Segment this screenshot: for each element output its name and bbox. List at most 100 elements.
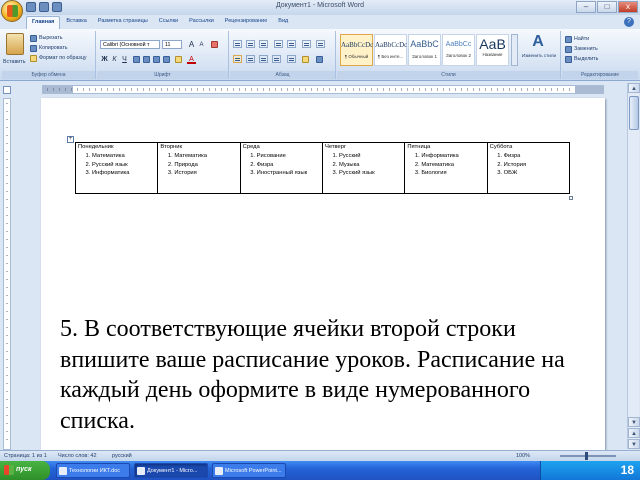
style-normal[interactable]: AaBbCcDc ¶ Обычный xyxy=(340,34,373,66)
taskbar-item[interactable]: Документ1 - Micro... xyxy=(134,463,208,478)
change-case-icon[interactable] xyxy=(163,56,170,63)
lessons-cell[interactable]: МатематикаРусский языкИнформатика xyxy=(74,151,159,194)
grow-font-button[interactable]: A xyxy=(187,40,196,49)
document-page[interactable]: + Понедельник Вторник Среда Четверг Пятн… xyxy=(41,98,605,450)
zoom-slider[interactable] xyxy=(560,452,616,460)
select-label: Выделить xyxy=(574,56,599,62)
zoom-slider-thumb[interactable] xyxy=(585,452,588,460)
tab-selector[interactable] xyxy=(3,86,11,94)
lessons-cell[interactable]: РисованиеФизраИностранный язык xyxy=(239,151,323,194)
change-styles-icon[interactable]: A xyxy=(531,34,545,50)
taskbar-item[interactable]: Microsoft PowerPoint... xyxy=(212,463,286,478)
highlight-icon[interactable] xyxy=(175,56,182,63)
bold-button[interactable]: Ж xyxy=(100,55,109,64)
strikethrough-icon[interactable] xyxy=(133,56,140,63)
borders-icon[interactable] xyxy=(316,56,323,63)
help-icon[interactable]: ? xyxy=(624,17,634,27)
italic-button[interactable]: К xyxy=(110,55,119,64)
styles-scroll[interactable] xyxy=(511,34,518,66)
taskbar: пуск Технологии ИКТ.doc Документ1 - Micr… xyxy=(0,461,640,480)
minimize-button[interactable]: – xyxy=(576,1,596,13)
align-left-icon[interactable] xyxy=(233,55,242,63)
font-group: Calibri (Основной т 11 A A Ж К Ч A Шрифт xyxy=(97,31,229,79)
shading-icon[interactable] xyxy=(302,56,309,63)
table-move-handle-icon[interactable]: + xyxy=(67,136,74,143)
increase-indent-icon[interactable] xyxy=(287,40,296,48)
decrease-indent-icon[interactable] xyxy=(274,40,283,48)
zoom-level[interactable]: 100% xyxy=(516,453,530,459)
list-item: Русский язык xyxy=(339,169,402,178)
scroll-up-icon[interactable]: ▲ xyxy=(628,83,640,93)
tab-review[interactable]: Рецензирование xyxy=(220,16,272,29)
lessons-cell[interactable]: ИнформатикаМатематикаБиология xyxy=(404,151,488,194)
tab-page-layout[interactable]: Разметка страницы xyxy=(93,16,153,29)
vertical-scrollbar[interactable]: ▲ ▼ ▲ ▼ xyxy=(627,83,640,449)
day-cell[interactable]: Среда xyxy=(239,142,323,151)
page-count[interactable]: Страница: 1 из 1 xyxy=(4,453,47,459)
tab-mailings[interactable]: Рассылки xyxy=(184,16,219,29)
line-spacing-icon[interactable] xyxy=(287,55,296,63)
day-cell[interactable]: Четверг xyxy=(321,142,406,151)
show-marks-icon[interactable] xyxy=(316,40,325,48)
numbering-icon[interactable] xyxy=(246,40,255,48)
replace-button[interactable]: Заменить xyxy=(565,45,598,53)
align-right-icon[interactable] xyxy=(259,55,268,63)
scroll-thumb[interactable] xyxy=(629,96,639,130)
paste-button[interactable]: Вставить xyxy=(3,58,25,66)
superscript-icon[interactable] xyxy=(153,56,160,63)
redo-icon[interactable] xyxy=(52,2,62,12)
tab-view[interactable]: Вид xyxy=(273,16,293,29)
schedule-table[interactable]: Понедельник Вторник Среда Четверг Пятниц… xyxy=(74,142,571,194)
save-icon[interactable] xyxy=(26,2,36,12)
select-button[interactable]: Выделить xyxy=(565,55,598,63)
paste-icon[interactable] xyxy=(6,33,24,55)
change-styles-button[interactable]: Изменить стили xyxy=(521,53,557,58)
cut-button[interactable]: Вырезать xyxy=(30,34,63,42)
undo-icon[interactable] xyxy=(39,2,49,12)
tab-home[interactable]: Главная xyxy=(26,16,61,29)
find-button[interactable]: Найти xyxy=(565,35,589,43)
clear-format-icon[interactable] xyxy=(211,41,218,48)
format-painter-button[interactable]: Формат по образцу xyxy=(30,54,87,62)
align-center-icon[interactable] xyxy=(246,55,255,63)
font-name-select[interactable]: Calibri (Основной т xyxy=(100,40,160,49)
shrink-font-button[interactable]: A xyxy=(197,41,206,50)
style-heading-2[interactable]: AaBbCc Заголовок 2 xyxy=(442,34,475,66)
next-page-icon[interactable]: ▼ xyxy=(628,439,640,449)
tab-insert[interactable]: Вставка xyxy=(61,16,91,29)
subscript-icon[interactable] xyxy=(143,56,150,63)
previous-page-icon[interactable]: ▲ xyxy=(628,428,640,438)
bullets-icon[interactable] xyxy=(233,40,242,48)
day-cell[interactable]: Понедельник xyxy=(74,142,159,151)
sort-icon[interactable] xyxy=(302,40,311,48)
vertical-ruler[interactable] xyxy=(3,98,11,450)
tab-references[interactable]: Ссылки xyxy=(154,16,183,29)
day-cell[interactable]: Вторник xyxy=(157,142,241,151)
copy-button[interactable]: Копировать xyxy=(30,44,68,52)
taskbar-item[interactable]: Технологии ИКТ.doc xyxy=(56,463,130,478)
maximize-button[interactable]: □ xyxy=(597,1,617,13)
scroll-down-icon[interactable]: ▼ xyxy=(628,417,640,427)
close-button[interactable]: x xyxy=(618,1,638,13)
style-title[interactable]: АаВ Название xyxy=(476,34,509,66)
justify-icon[interactable] xyxy=(272,55,281,63)
style-no-spacing[interactable]: AaBbCcDc ¶ Без инте... xyxy=(374,34,407,66)
table-resize-handle[interactable] xyxy=(569,196,573,200)
word-count[interactable]: Число слов: 42 xyxy=(58,453,97,459)
style-heading-1[interactable]: AaBbC Заголовок 1 xyxy=(408,34,441,66)
start-button[interactable]: пуск xyxy=(0,461,50,480)
lessons-cell[interactable]: РусскийМузыкаРусский язык xyxy=(321,151,406,194)
underline-button[interactable]: Ч xyxy=(120,55,129,64)
font-size-select[interactable]: 11 xyxy=(162,40,182,49)
lesson-list: ФизраИсторияОБЖ xyxy=(504,152,567,178)
multilevel-list-icon[interactable] xyxy=(259,40,268,48)
language-indicator[interactable]: русский xyxy=(112,453,132,459)
office-button[interactable] xyxy=(1,0,23,22)
lessons-cell[interactable]: МатематикаПриродаИстория xyxy=(157,151,241,194)
day-cell[interactable]: Суббота xyxy=(486,142,571,151)
font-color-button[interactable]: A xyxy=(187,55,196,64)
lessons-cell[interactable]: ФизраИсторияОБЖ xyxy=(486,151,571,194)
horizontal-ruler[interactable] xyxy=(42,85,604,94)
day-cell[interactable]: Пятница xyxy=(404,142,488,151)
taskbar-item-label: Microsoft PowerPoint... xyxy=(225,468,282,474)
